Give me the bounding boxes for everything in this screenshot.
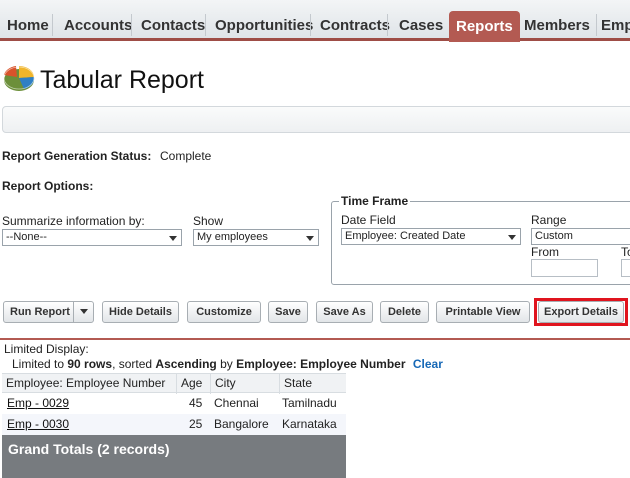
tab-bar: Home Accounts Contacts Opportunities Con…: [0, 0, 630, 42]
column-header-age[interactable]: Age: [176, 374, 202, 394]
printable-view-button[interactable]: Printable View: [436, 301, 530, 323]
limited-order: Ascending: [155, 357, 217, 371]
column-header-state[interactable]: State: [279, 374, 312, 394]
table-header: Employee: Employee Number Age City State: [2, 373, 346, 394]
tab-members[interactable]: Members: [517, 10, 597, 41]
chevron-down-icon: [306, 236, 314, 241]
age-cell: 45: [189, 396, 203, 410]
employee-link[interactable]: Emp - 0030: [7, 417, 69, 431]
status-value: Complete: [160, 149, 212, 163]
time-frame-legend: Time Frame: [339, 194, 411, 208]
limited-prefix: Limited to: [12, 357, 68, 371]
show-select[interactable]: My employees: [193, 229, 319, 246]
employee-number-cell: Emp - 0030: [7, 414, 69, 435]
limited-rows: 90 rows: [67, 357, 113, 371]
chevron-down-icon: [169, 236, 177, 241]
tab-accounts[interactable]: Accounts: [57, 10, 139, 41]
section-divider: [0, 338, 630, 340]
limited-by: by: [216, 357, 237, 371]
state-cell: Karnataka: [282, 417, 337, 431]
tab-contracts[interactable]: Contracts: [313, 10, 397, 41]
date-field-label: Date Field: [341, 213, 396, 227]
city-cell: Chennai: [214, 396, 259, 410]
date-field-select[interactable]: Employee: Created Date: [341, 228, 521, 245]
age-cell: 25: [189, 417, 203, 431]
report-pie-icon: [3, 66, 35, 91]
tab-separator: [205, 14, 206, 36]
to-label: To: [621, 245, 630, 259]
column-header-city[interactable]: City: [210, 374, 236, 394]
hide-details-button[interactable]: Hide Details: [102, 301, 179, 323]
filter-bar: [2, 106, 630, 133]
tab-contacts[interactable]: Contacts: [134, 10, 212, 41]
table-row: Emp - 0030 25 Bangalore Karnataka: [2, 414, 346, 435]
city-cell: Bangalore: [214, 417, 269, 431]
from-label: From: [531, 245, 559, 259]
range-select[interactable]: Custom: [531, 228, 630, 245]
export-details-highlight: [534, 298, 628, 326]
run-report-button[interactable]: Run Report: [3, 301, 94, 323]
show-select-value: My employees: [197, 231, 268, 243]
tab-separator: [387, 14, 388, 36]
save-as-button[interactable]: Save As: [316, 301, 373, 323]
report-options-heading: Report Options:: [2, 179, 94, 193]
save-button[interactable]: Save: [268, 301, 308, 323]
tab-separator: [131, 14, 132, 36]
delete-button[interactable]: Delete: [380, 301, 429, 323]
to-date-input[interactable]: [621, 259, 630, 277]
range-label: Range: [531, 213, 567, 227]
tab-opportunities[interactable]: Opportunities: [208, 10, 320, 41]
run-report-label: Run Report: [10, 306, 70, 318]
tab-reports[interactable]: Reports: [449, 11, 520, 42]
limited-info: Limited to 90 rows, sorted Ascending by …: [12, 357, 443, 371]
chevron-down-icon: [508, 235, 516, 240]
status-label: Report Generation Status:: [2, 149, 152, 163]
page-title: Tabular Report: [40, 66, 204, 94]
from-date-input[interactable]: [531, 259, 598, 277]
show-label: Show: [193, 214, 224, 228]
clear-link[interactable]: Clear: [413, 357, 443, 371]
table-row: Emp - 0029 45 Chennai Tamilnadu: [2, 393, 346, 414]
employee-link[interactable]: Emp - 0029: [7, 396, 69, 410]
summarize-select-value: --None--: [6, 231, 47, 243]
tab-employees[interactable]: Emp: [594, 10, 630, 41]
column-header-employee-number[interactable]: Employee: Employee Number: [2, 374, 165, 394]
customize-button[interactable]: Customize: [187, 301, 261, 323]
limited-display-label: Limited Display:: [4, 342, 89, 356]
tab-separator: [52, 14, 53, 36]
limited-field: Employee: Employee Number: [236, 357, 406, 371]
tab-cases[interactable]: Cases: [392, 10, 450, 41]
state-cell: Tamilnadu: [282, 396, 337, 410]
limited-mid: , sorted: [112, 357, 156, 371]
grand-totals: Grand Totals (2 records): [2, 435, 346, 478]
employee-number-cell: Emp - 0029: [7, 393, 69, 414]
tab-home[interactable]: Home: [0, 10, 56, 41]
range-select-value: Custom: [535, 230, 573, 242]
summarize-select[interactable]: --None--: [2, 229, 182, 246]
run-report-divider: [73, 301, 74, 323]
date-field-select-value: Employee: Created Date: [345, 230, 466, 242]
chevron-down-icon[interactable]: [80, 309, 88, 314]
summarize-label: Summarize information by:: [2, 214, 145, 228]
tab-separator: [310, 14, 311, 36]
